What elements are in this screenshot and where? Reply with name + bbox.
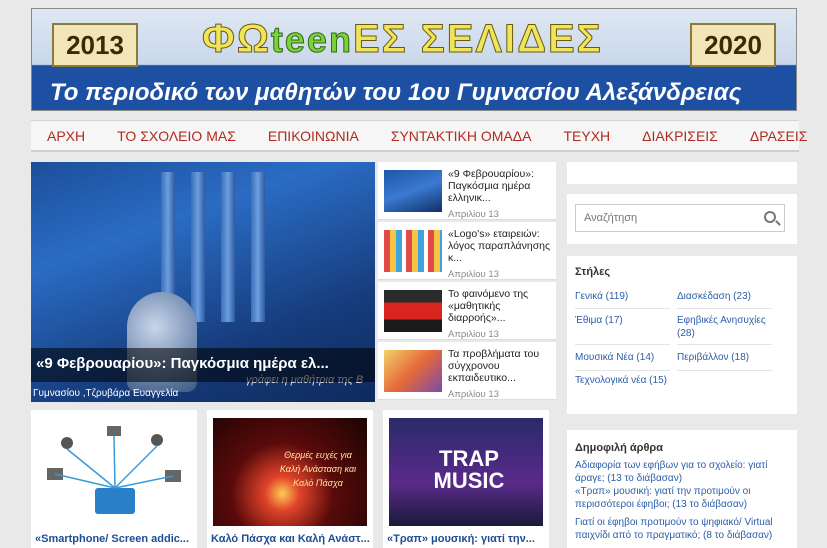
divider	[677, 308, 772, 309]
divider	[575, 344, 670, 345]
site-banner[interactable]: 2013 ΦΩteenΕΣ ΣΕΛΙΔΕΣ 2020 Το περιοδικό …	[31, 8, 797, 111]
nav-our-school[interactable]: ΤΟ ΣΧΟΛΕΙΟ ΜΑΣ	[101, 121, 252, 150]
list-item[interactable]: Τα προβλήματα του σύγχρονου εκπαιδευτικο…	[378, 342, 556, 400]
article-card[interactable]: TRAP MUSIC «Τραπ» μουσική: γιατί την...	[383, 410, 549, 548]
article-thumbnail[interactable]	[384, 170, 442, 212]
nav-contact[interactable]: ΕΠΙΚΟΙΝΩΝΙΑ	[252, 121, 375, 150]
category-link[interactable]: Γενικά (119)	[575, 290, 675, 303]
banner-subtitle: Το περιοδικό των μαθητών του 1ου Γυμνασί…	[50, 79, 742, 106]
sidebar-top-widget	[567, 162, 797, 184]
article-date: Απριλίου 13	[448, 329, 499, 340]
list-item[interactable]: Το φαινόμενο της «μαθητικής διαρροής»...…	[378, 282, 556, 340]
divider	[575, 370, 670, 371]
card-title[interactable]: «Smartphone/ Screen addic...	[35, 533, 195, 545]
temple-column	[221, 172, 235, 322]
divider	[677, 370, 772, 371]
popular-article-link[interactable]: «Τραπ» μουσική: γιατί την προτιμούν οι π…	[575, 486, 790, 511]
article-title[interactable]: Τα προβλήματα του σύγχρονου εκπαιδευτικο…	[448, 348, 554, 384]
popular-article-link[interactable]: Αδιαφορία των εφήβων για το σχολείο: για…	[575, 460, 790, 485]
trap-music-text: TRAP MUSIC	[433, 446, 505, 493]
nav-home[interactable]: ΑΡΧΗ	[31, 121, 101, 150]
banner-year-end: 2020	[690, 23, 776, 67]
slider-subtitle: Γυμνασίου ,Τζρυβάρα Ευαγγελία	[33, 388, 179, 399]
banner-year-start: 2013	[52, 23, 138, 67]
banner-title-part-a: ΦΩ	[202, 17, 271, 62]
card-title[interactable]: «Τραπ» μουσική: γιατί την...	[387, 533, 547, 545]
banner-title-part-b: ΕΣ ΣΕΛΙΔΕΣ	[352, 17, 603, 62]
search-input[interactable]	[576, 205, 756, 231]
popular-article-link[interactable]: Γιατί οι έφηβοι προτιμούν το ψηφιακό/ Vi…	[575, 517, 790, 542]
article-date: Απριλίου 13	[448, 209, 499, 220]
category-link[interactable]: Εφηβικές Ανησυχίες (28)	[677, 314, 777, 340]
search-widget	[567, 194, 797, 244]
card-title[interactable]: Καλό Πάσχα και Καλή Ανάστ...	[211, 533, 371, 545]
category-link[interactable]: Μουσικά Νέα (14)	[575, 351, 675, 364]
temple-column	[251, 172, 265, 322]
list-item[interactable]: «Logo's» εταιρειών: λόγος παραπλάνησης κ…	[378, 222, 556, 280]
article-thumbnail[interactable]	[384, 230, 442, 272]
nav-awards[interactable]: ΔΙΑΚΡΙΣΕΙΣ	[626, 121, 734, 150]
popular-heading: Δημοφιλή άρθρα	[575, 442, 663, 454]
featured-slider[interactable]: γράφει η μαθήτρια της Β «9 Φεβρουαρίου»:…	[31, 162, 375, 402]
side-article-list: «9 Φεβρουαρίου»: Παγκόσμια ημέρα ελληνικ…	[378, 162, 556, 402]
nav-activities[interactable]: ΔΡΑΣΕΙΣ	[734, 121, 824, 150]
article-title[interactable]: Το φαινόμενο της «μαθητικής διαρροής»...	[448, 288, 554, 324]
list-item[interactable]: «9 Φεβρουαρίου»: Παγκόσμια ημέρα ελληνικ…	[378, 162, 556, 220]
smartphone-illustration[interactable]	[37, 418, 191, 526]
main-nav: ΑΡΧΗ ΤΟ ΣΧΟΛΕΙΟ ΜΑΣ ΕΠΙΚΟΙΝΩΝΙΑ ΣΥΝΤΑΚΤΙ…	[31, 120, 807, 152]
banner-title: ΦΩteenΕΣ ΣΕΛΙΔΕΣ	[202, 17, 642, 67]
article-thumbnail[interactable]	[384, 350, 442, 392]
temple-column	[191, 172, 205, 322]
search-icon[interactable]	[764, 211, 776, 223]
easter-candle-image[interactable]: Θερμές ευχές για Καλή Ανάσταση και Καλό …	[213, 418, 367, 526]
article-card[interactable]: Θερμές ευχές για Καλή Ανάσταση και Καλό …	[207, 410, 373, 548]
nav-editorial-team[interactable]: ΣΥΝΤΑΚΤΙΚΗ ΟΜΑΔΑ	[375, 121, 548, 150]
article-card[interactable]: «Smartphone/ Screen addic...	[31, 410, 197, 548]
article-date: Απριλίου 13	[448, 389, 499, 400]
divider	[677, 344, 772, 345]
category-link[interactable]: Περιβάλλον (18)	[677, 351, 777, 364]
divider	[575, 308, 670, 309]
category-link[interactable]: Διασκέδαση (23)	[677, 290, 777, 303]
slider-caption[interactable]: «9 Φεβρουαρίου»: Παγκόσμια ημέρα ελ...	[31, 348, 375, 382]
article-title[interactable]: «Logo's» εταιρειών: λόγος παραπλάνησης κ…	[448, 228, 554, 264]
banner-title-teen: teen	[270, 19, 353, 61]
article-thumbnail[interactable]	[384, 290, 442, 332]
category-link[interactable]: Τεχνολογικά νέα (15)	[575, 374, 675, 387]
article-title[interactable]: «9 Φεβρουαρίου»: Παγκόσμια ημέρα ελληνικ…	[448, 168, 554, 204]
article-date: Απριλίου 13	[448, 269, 499, 280]
categories-widget: Στήλες Γενικά (119) Διασκέδαση (23) Έθιμ…	[567, 256, 797, 414]
popular-articles-widget: Δημοφιλή άρθρα Αδιαφορία των εφήβων για …	[567, 430, 797, 548]
trap-music-image[interactable]: TRAP MUSIC	[389, 418, 543, 526]
search-box	[575, 204, 785, 232]
category-link[interactable]: Έθιμα (17)	[575, 314, 675, 327]
categories-heading: Στήλες	[575, 266, 611, 278]
nav-issues[interactable]: ΤΕΥΧΗ	[547, 121, 626, 150]
easter-greeting-text: Θερμές ευχές για Καλή Ανάσταση και Καλό …	[279, 450, 357, 488]
